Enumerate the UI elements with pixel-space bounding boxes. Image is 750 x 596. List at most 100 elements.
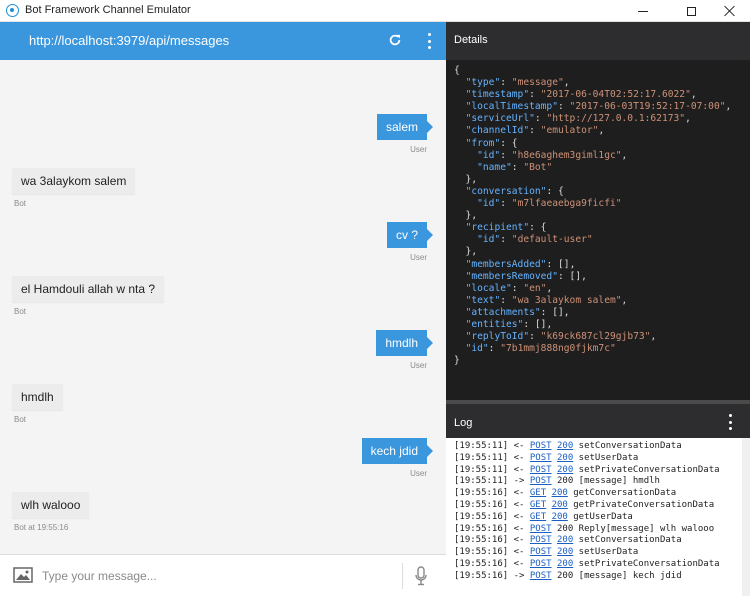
chat-header: http://localhost:3979/api/messages: [0, 22, 446, 60]
log-method-link[interactable]: POST: [530, 571, 552, 581]
close-button[interactable]: [706, 0, 750, 22]
user-message-bubble[interactable]: salem: [376, 114, 434, 140]
log-method-link[interactable]: GET: [530, 500, 546, 510]
log-direction: <-: [513, 464, 525, 475]
json-value: default-user: [517, 234, 587, 246]
json-value: []: [569, 270, 582, 282]
log-status-link[interactable]: 200: [557, 465, 573, 475]
log-text: setUserData: [578, 547, 639, 558]
log-text: Reply[message] wlh walooo: [578, 523, 715, 534]
log-status-link[interactable]: 200: [557, 453, 573, 463]
log-text: setConversationData: [578, 535, 682, 546]
log-time: [19:55:11]: [454, 476, 509, 487]
log-direction: <-: [513, 547, 525, 558]
log-direction: <-: [513, 452, 525, 463]
refresh-icon[interactable]: [388, 33, 402, 47]
log-method-link[interactable]: GET: [530, 488, 546, 498]
json-value: http://127.0.0.1:62173: [552, 113, 680, 125]
message-sender-label: User: [410, 361, 427, 370]
log-time: [19:55:11]: [454, 452, 509, 463]
log-method-link[interactable]: POST: [530, 535, 552, 545]
image-icon[interactable]: [13, 567, 33, 583]
log-method-link[interactable]: POST: [530, 465, 552, 475]
log-method-link[interactable]: POST: [530, 476, 552, 486]
log-status: 200: [556, 570, 574, 581]
log-method-link[interactable]: POST: [530, 559, 552, 569]
json-value: 2017-06-03T19:52:17-07:00: [575, 101, 720, 113]
log-direction: <-: [513, 511, 525, 522]
title-bar: Bot Framework Channel Emulator: [0, 0, 750, 22]
log-method-link[interactable]: POST: [530, 453, 552, 463]
log-time: [19:55:16]: [454, 547, 509, 558]
endpoint-url[interactable]: http://localhost:3979/api/messages: [29, 33, 229, 48]
log-status: 200: [556, 476, 574, 487]
json-value: Bot: [529, 161, 547, 173]
log-text: setPrivateConversationData: [578, 464, 720, 475]
user-message-bubble[interactable]: cv ?: [386, 222, 434, 248]
chat-menu-icon[interactable]: [427, 33, 431, 49]
log-method-link[interactable]: GET: [530, 512, 546, 522]
log-text: setPrivateConversationData: [578, 559, 720, 569]
log-direction: ->: [513, 476, 525, 487]
compose-bar: [0, 554, 446, 596]
log-time: [19:55:16]: [454, 535, 509, 546]
log-status-link[interactable]: 200: [552, 488, 568, 498]
log-status-link[interactable]: 200: [557, 559, 573, 569]
log-method-link[interactable]: POST: [530, 524, 552, 534]
log-time: [19:55:16]: [454, 559, 509, 569]
bot-message-bubble[interactable]: wlh walooo: [12, 492, 90, 518]
message-sender-label: Bot: [14, 415, 27, 424]
json-value: h8e6aghem3giml1gc: [517, 149, 616, 161]
log-status-link[interactable]: 200: [552, 512, 568, 522]
maximize-icon: [686, 6, 696, 16]
message-sender-label: User: [410, 253, 427, 262]
log-title: Log: [454, 417, 473, 429]
bot-message-bubble[interactable]: hmdlh: [12, 384, 63, 410]
log-status: 200: [556, 523, 574, 534]
log-status-link[interactable]: 200: [557, 547, 573, 557]
json-value: []: [534, 318, 547, 330]
microphone-icon[interactable]: [413, 565, 429, 587]
message-sender-label: Bot: [14, 307, 27, 316]
log-entry: [19:55:16] <- GET 200 getUserData: [454, 512, 633, 522]
log-text: [message] kech jdid: [578, 570, 682, 581]
json-value: en: [529, 282, 541, 294]
user-message-bubble[interactable]: kech jdid: [361, 438, 434, 464]
log-status-link[interactable]: 200: [557, 441, 573, 451]
minimize-button[interactable]: [620, 0, 666, 22]
log-time: [19:55:11]: [454, 464, 509, 475]
bot-message-bubble[interactable]: wa 3alaykom salem: [12, 168, 136, 194]
json-value: wa 3alaykom salem: [517, 294, 616, 306]
log-entry: [19:55:16] <- POST 200 setPrivateConvers…: [454, 559, 720, 569]
log-method-link[interactable]: POST: [530, 441, 552, 451]
details-title: Details: [454, 34, 488, 46]
message-input[interactable]: [42, 565, 382, 587]
app-icon: [6, 4, 19, 17]
log-entry: [19:55:11] <- POST 200 setUserData: [454, 453, 638, 463]
log-direction: <-: [513, 488, 525, 499]
log-time: [19:55:16]: [454, 523, 509, 534]
log-time: [19:55:16]: [454, 500, 509, 510]
log-entry: [19:55:11] <- POST 200 setPrivateConvers…: [454, 465, 720, 475]
log-status-link[interactable]: 200: [552, 500, 568, 510]
json-value: 2017-06-04T02:52:17.6022: [546, 89, 686, 101]
log-method-link[interactable]: POST: [530, 547, 552, 557]
log-direction: <-: [513, 535, 525, 546]
log-status-link[interactable]: 200: [557, 535, 573, 545]
bot-message-bubble[interactable]: el Hamdouli allah w nta ?: [12, 276, 165, 302]
log-text: getConversationData: [573, 488, 677, 499]
chat-pane: http://localhost:3979/api/messages salem…: [0, 22, 446, 596]
log-entry: [19:55:11] <- POST 200 setConversationDa…: [454, 441, 682, 451]
json-value: []: [558, 258, 570, 270]
user-message-bubble[interactable]: hmdlh: [376, 330, 433, 356]
log-menu-icon[interactable]: [728, 414, 732, 430]
log-text: setUserData: [578, 452, 639, 463]
compose-divider: [402, 563, 403, 589]
log-text: getPrivateConversationData: [573, 500, 715, 510]
log-scrollbar[interactable]: [742, 438, 750, 596]
minimize-icon: [638, 10, 648, 12]
log-text: setConversationData: [578, 441, 682, 451]
log-entry: [19:55:16] <- POST 200 Reply[message] wl…: [454, 524, 714, 534]
log-entry: [19:55:16] <- GET 200 getPrivateConversa…: [454, 500, 714, 510]
log-time: [19:55:16]: [454, 488, 509, 499]
